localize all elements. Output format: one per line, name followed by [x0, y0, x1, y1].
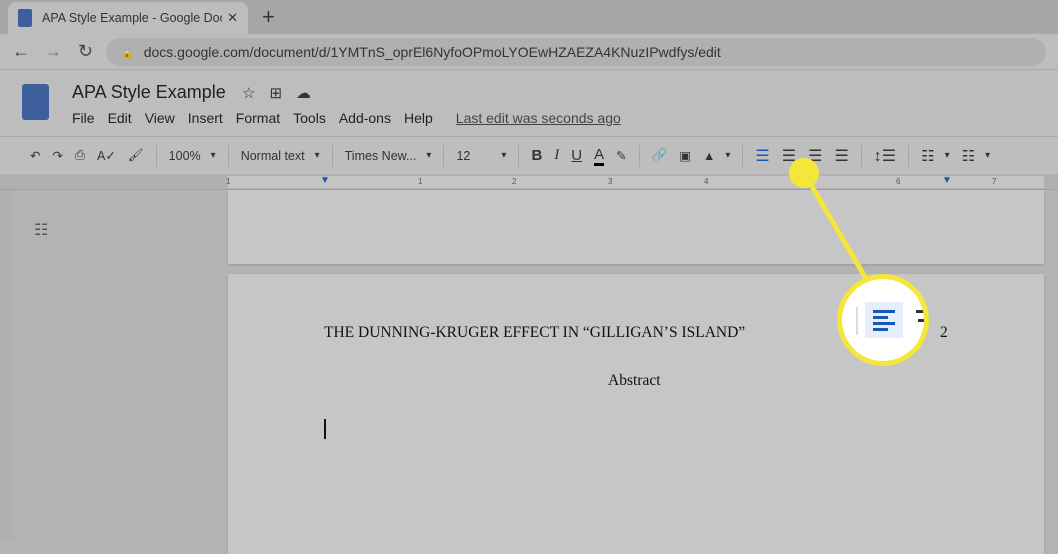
align-left-icon-magnified — [865, 302, 903, 338]
magnified-align-left-callout — [837, 274, 929, 366]
callout-line — [801, 171, 871, 284]
